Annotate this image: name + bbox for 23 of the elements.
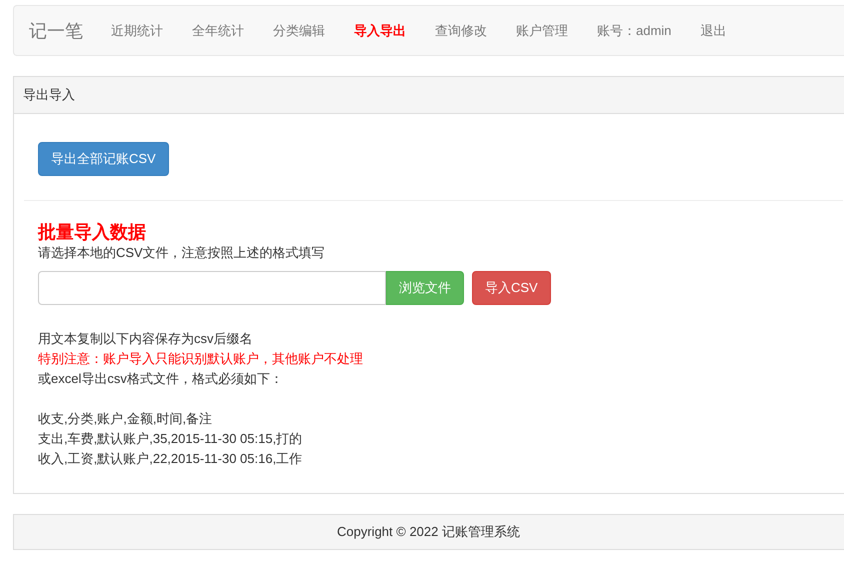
file-path-field[interactable]	[38, 271, 386, 305]
nav-link[interactable]: 退出	[700, 22, 726, 40]
format-line: 收支,分类,账户,金额,时间,备注	[38, 410, 212, 428]
nav-link[interactable]: 查询修改	[435, 22, 487, 40]
nav-link[interactable]: 账户管理	[516, 22, 568, 40]
section-title: 批量导入数据	[38, 221, 146, 243]
nav-link[interactable]: 分类编辑	[273, 22, 325, 40]
export-button[interactable]: 导出全部记账CSV	[38, 142, 169, 176]
copyright-text: Copyright © 2022 记账管理系统	[337, 523, 520, 541]
nav-link[interactable]: 账号：admin	[597, 22, 672, 40]
format-line: 支出,车费,默认账户,35,2015-11-30 05:15,打的	[38, 430, 302, 448]
note-text: 用文本复制以下内容保存为csv后缀名	[38, 330, 252, 348]
nav-link[interactable]: 导入导出	[354, 22, 406, 40]
note-text: 或excel导出csv格式文件，格式必须如下：	[38, 370, 283, 388]
nav-link[interactable]: 近期统计	[111, 22, 163, 40]
panel-heading: 导出导入	[23, 86, 75, 104]
browse-button[interactable]: 浏览文件	[386, 271, 464, 305]
warning-text: 特别注意：账户导入只能识别默认账户，其他账户不处理	[38, 350, 363, 368]
hint-text: 请选择本地的CSV文件，注意按照上述的格式填写	[38, 244, 325, 262]
import-button[interactable]: 导入CSV	[472, 271, 551, 305]
format-line: 收入,工资,默认账户,22,2015-11-30 05:16,工作	[38, 450, 302, 468]
nav-link[interactable]: 全年统计	[192, 22, 244, 40]
brand-logo[interactable]: 记一笔	[29, 18, 83, 42]
